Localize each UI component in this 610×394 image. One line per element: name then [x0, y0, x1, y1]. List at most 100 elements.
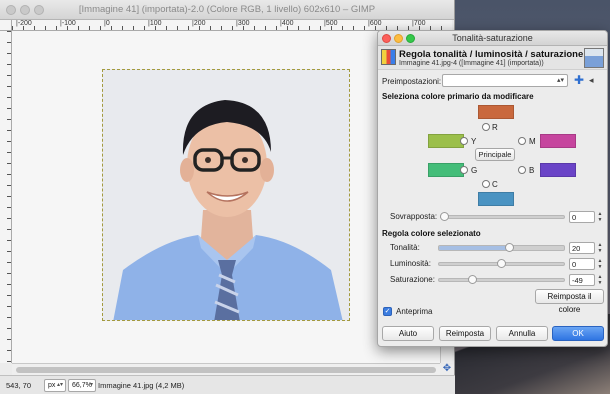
ruler-tick [7, 163, 11, 164]
ruler-tick [7, 130, 11, 131]
window-title: [Immagine 41] (importata)-2.0 (Colore RG… [78, 4, 376, 15]
zoom-select[interactable]: 66,7% ▾ [68, 379, 96, 392]
ruler-tick [89, 26, 90, 30]
window-titlebar: [Immagine 41] (importata)-2.0 (Colore RG… [0, 0, 454, 20]
green-swatch [428, 163, 464, 177]
lightness-spinbox[interactable]: 0 [569, 258, 595, 270]
ruler-tick [7, 97, 11, 98]
magenta-swatch [540, 134, 576, 148]
overlap-spin-arrows[interactable]: ▲ ▼ [596, 211, 604, 223]
radio-cyan[interactable] [482, 180, 490, 188]
hue-slider-handle[interactable] [505, 243, 514, 252]
ruler-tick [177, 26, 178, 30]
image-file-info: Immagine 41.jpg (4,2 MB) [98, 381, 185, 390]
overlap-slider-handle[interactable] [440, 212, 449, 221]
dialog-title: Tonalità-saturazione [452, 33, 533, 43]
dialog-image-name: Immagine 41.jpg-4 ([Immagine 41] (import… [399, 60, 544, 67]
ruler-tick [342, 26, 343, 30]
saturation-slider[interactable] [438, 275, 565, 284]
add-preset-icon[interactable]: ✚ [574, 74, 584, 86]
hue-saturation-dialog: Tonalità-saturazione Regola tonalità / l… [377, 30, 608, 347]
ruler-tick [144, 26, 145, 30]
status-bar: 543, 70 px ▴▾ 66,7% ▾ Immagine 41.jpg (4,2… [0, 375, 455, 394]
radio-yellow[interactable] [460, 137, 468, 145]
image-layer-portrait[interactable] [102, 69, 350, 321]
ruler-tick [7, 251, 11, 252]
ruler-tick [7, 75, 11, 76]
presets-menu-icon[interactable]: ◂ [589, 75, 594, 86]
ruler-tick [7, 284, 11, 285]
image-canvas[interactable] [12, 31, 440, 363]
lightness-slider-handle[interactable] [497, 259, 506, 268]
saturation-spinbox[interactable]: -49 [569, 274, 595, 286]
ruler-tick [320, 26, 321, 30]
ruler-tick [7, 273, 11, 274]
ruler-corner[interactable] [0, 20, 12, 31]
radio-red[interactable] [482, 123, 490, 131]
unit-select[interactable]: px ▴▾ [44, 379, 66, 392]
ruler-tick [331, 26, 332, 30]
navigate-icon[interactable]: ✥ [440, 363, 454, 375]
ruler-tick [364, 26, 365, 30]
ruler-tick [78, 26, 79, 30]
ruler-tick [7, 328, 11, 329]
ruler-tick [221, 26, 222, 30]
hue-spin-arrows[interactable]: ▲ ▼ [596, 242, 604, 254]
reset-button[interactable]: Reimposta [439, 326, 491, 341]
ruler-tick [375, 26, 376, 30]
radio-green[interactable] [460, 166, 468, 174]
blue-swatch [540, 163, 576, 177]
ruler-tick [7, 240, 11, 241]
cancel-button[interactable]: Annulla [496, 326, 548, 341]
overlap-slider[interactable] [440, 212, 565, 221]
saturation-slider-handle[interactable] [468, 275, 477, 284]
portrait-photo [103, 70, 349, 320]
horizontal-scrollbar[interactable] [12, 363, 440, 375]
yellow-swatch [428, 134, 464, 148]
saturation-label: Saturazione: [390, 275, 435, 284]
red-swatch [478, 105, 514, 119]
ruler-tick [7, 229, 11, 230]
radio-magenta[interactable] [518, 137, 526, 145]
radio-magenta-label: M [529, 137, 536, 146]
master-button[interactable]: Principale [475, 148, 515, 161]
radio-blue-label: B [529, 166, 535, 175]
preview-checkbox[interactable]: ✓ [383, 307, 392, 316]
adjust-section-title: Regola colore selezionato [382, 229, 481, 238]
lightness-spin-arrows[interactable]: ▲ ▼ [596, 258, 604, 270]
vertical-ruler[interactable] [0, 31, 12, 363]
ruler-tick [56, 26, 57, 30]
ruler-tick [100, 26, 101, 30]
ruler-tick [7, 262, 11, 263]
ok-button[interactable]: OK [552, 326, 604, 341]
help-button[interactable]: Aiuto [382, 326, 434, 341]
ruler-tick [155, 26, 156, 30]
dialog-heading: Regola tonalità / luminosità / saturazio… [399, 49, 584, 60]
ruler-tick [7, 218, 11, 219]
ruler-tick [210, 26, 211, 30]
ruler-tick [111, 26, 112, 30]
overlap-spinbox[interactable]: 0 [569, 211, 595, 223]
ruler-tick [188, 26, 189, 30]
presets-label: Preimpostazioni: [382, 77, 442, 86]
primary-color-section-title: Seleziona colore primario da modificare [382, 92, 534, 101]
radio-yellow-label: Y [471, 137, 477, 146]
reset-color-button[interactable]: Reimposta il colore [535, 289, 604, 314]
ruler-tick [353, 26, 354, 30]
saturation-spin-arrows[interactable]: ▲ ▼ [596, 274, 604, 286]
overlap-label: Sovrapposta: [390, 212, 438, 221]
radio-red-label: R [492, 123, 498, 132]
lightness-label: Luminosità: [390, 259, 431, 268]
radio-blue[interactable] [518, 166, 526, 174]
ruler-tick [7, 42, 11, 43]
ruler-tick [254, 26, 255, 30]
ruler-tick [7, 361, 11, 362]
hue-slider[interactable] [438, 243, 565, 252]
ruler-tick [7, 64, 11, 65]
lightness-slider[interactable] [438, 259, 565, 268]
ruler-tick [298, 26, 299, 30]
hue-spinbox[interactable]: 20 [569, 242, 595, 254]
dialog-titlebar: Tonalità-saturazione [378, 31, 607, 46]
ruler-tick [7, 119, 11, 120]
presets-combo[interactable]: ▴▾ [442, 74, 568, 87]
